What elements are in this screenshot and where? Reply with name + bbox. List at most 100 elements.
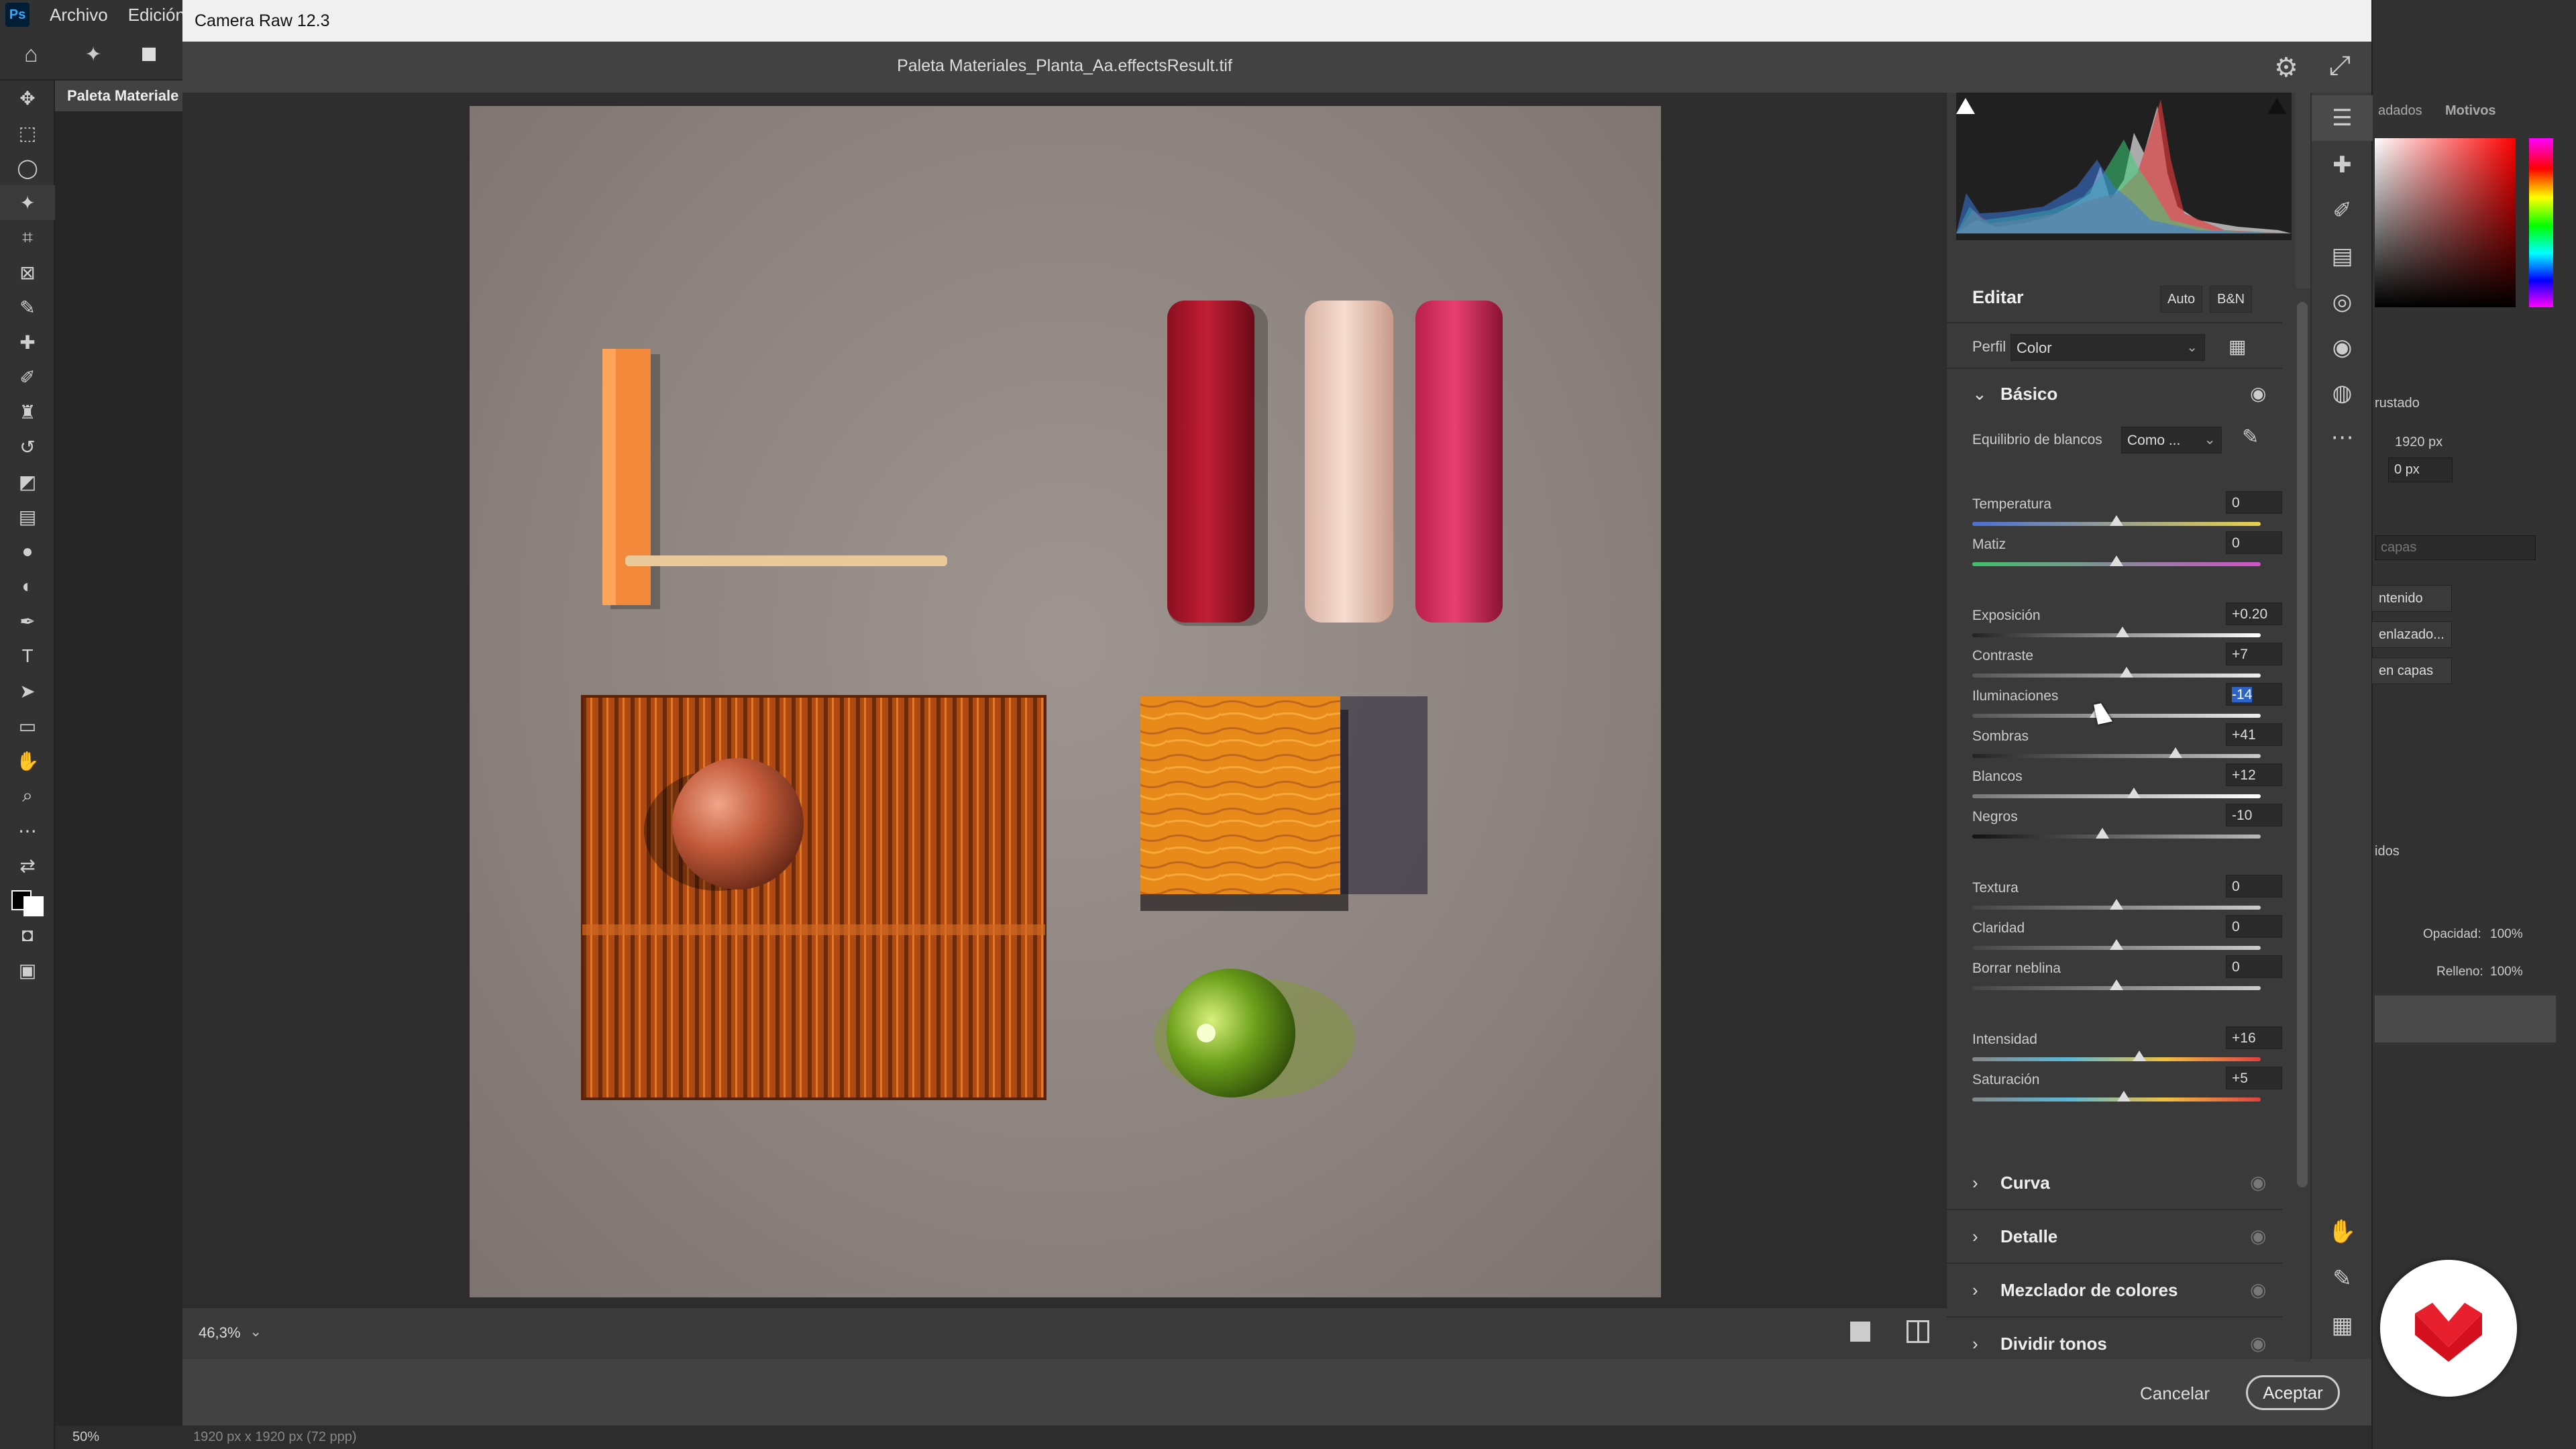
slider-4[interactable]: Iluminaciones -14 bbox=[1947, 683, 2282, 729]
accept-button[interactable]: Aceptar bbox=[2246, 1375, 2340, 1410]
slider-track[interactable] bbox=[1972, 794, 2261, 798]
slider-track[interactable] bbox=[1972, 835, 2261, 839]
slider-12[interactable]: Saturación +5 bbox=[1947, 1067, 2282, 1112]
radial-filter-icon[interactable]: ◎ bbox=[2312, 279, 2373, 325]
slider-value-input[interactable]: 0 bbox=[2226, 955, 2282, 978]
frame-tool-icon[interactable]: ⊠ bbox=[0, 255, 55, 290]
section-1[interactable]: › Detalle ◉ bbox=[1947, 1212, 2282, 1264]
pen-tool-icon[interactable]: ✒ bbox=[0, 604, 55, 639]
slider-value-input[interactable]: +12 bbox=[2226, 763, 2282, 786]
eye-icon[interactable]: ◉ bbox=[2250, 1171, 2266, 1193]
offset-input[interactable]: 0 px bbox=[2388, 458, 2453, 482]
slider-5[interactable]: Sombras +41 bbox=[1947, 723, 2282, 769]
hand-icon[interactable]: ✋ bbox=[2312, 1209, 2373, 1254]
layers-tab[interactable]: idos bbox=[2375, 844, 2400, 859]
slider-value-input[interactable]: 0 bbox=[2226, 915, 2282, 938]
slider-thumb[interactable] bbox=[2110, 899, 2123, 910]
slider-thumb[interactable] bbox=[2127, 788, 2141, 798]
slider-value-input[interactable]: 0 bbox=[2226, 531, 2282, 554]
slider-3[interactable]: Contraste +7 bbox=[1947, 643, 2282, 688]
brush-tool-icon[interactable]: ✐ bbox=[0, 360, 55, 394]
more-icon[interactable]: ⋯ bbox=[2312, 415, 2373, 460]
path-select-icon[interactable]: ➤ bbox=[0, 674, 55, 708]
panel-scrollbar[interactable] bbox=[2294, 288, 2310, 1362]
quick-mask-icon[interactable]: ◘ bbox=[0, 918, 55, 953]
slider-10[interactable]: Borrar neblina 0 bbox=[1947, 955, 2282, 1001]
adjustment-brush-icon[interactable]: ✐ bbox=[2312, 188, 2373, 233]
chevron-right-icon[interactable]: › bbox=[1972, 1334, 1978, 1354]
panel-button-2[interactable]: enlazado... bbox=[2371, 621, 2452, 648]
slider-value-input[interactable]: +7 bbox=[2226, 643, 2282, 665]
type-tool-icon[interactable]: T bbox=[0, 639, 55, 674]
chevron-right-icon[interactable]: › bbox=[1972, 1226, 1978, 1247]
document-tab[interactable]: Paleta Materiale bbox=[55, 80, 182, 111]
eye-icon[interactable]: ◉ bbox=[2250, 382, 2266, 405]
image-canvas[interactable] bbox=[182, 93, 1947, 1307]
slider-0[interactable]: Temperatura 0 bbox=[1947, 491, 2282, 537]
magic-wand-icon[interactable]: ✦ bbox=[85, 43, 102, 66]
magic-wand-tool-icon[interactable]: ✦ bbox=[0, 185, 55, 220]
preview-image[interactable] bbox=[470, 106, 1661, 1297]
slider-thumb[interactable] bbox=[2110, 979, 2123, 990]
bw-button[interactable]: B&N bbox=[2210, 286, 2253, 313]
section-3[interactable]: › Dividir tonos ◉ bbox=[1947, 1319, 2282, 1359]
zoom-level[interactable]: 46,3% bbox=[199, 1324, 240, 1342]
white-balance-select[interactable]: Como ... ⌄ bbox=[2121, 427, 2222, 453]
swap-colors-icon[interactable]: ⇄ bbox=[0, 848, 55, 883]
layer-row[interactable] bbox=[2375, 996, 2556, 1042]
slider-thumb[interactable] bbox=[2133, 1051, 2147, 1061]
eye-icon[interactable]: ◉ bbox=[2250, 1332, 2266, 1354]
slider-track[interactable] bbox=[1972, 754, 2261, 758]
eyedropper-tool-icon[interactable]: ✎ bbox=[0, 290, 55, 325]
opacity-value[interactable]: 100% bbox=[2490, 927, 2523, 942]
color-sampler-icon[interactable]: ✎ bbox=[2312, 1256, 2373, 1301]
slider-track[interactable] bbox=[1972, 674, 2261, 678]
presets-icon[interactable]: ◍ bbox=[2312, 370, 2373, 416]
slider-value-input[interactable]: +16 bbox=[2226, 1026, 2282, 1049]
slider-thumb[interactable] bbox=[2120, 667, 2134, 678]
slider-8[interactable]: Textura 0 bbox=[1947, 875, 2282, 920]
profile-select[interactable]: Color ⌄ bbox=[2010, 334, 2205, 361]
slider-value-input[interactable]: 0 bbox=[2226, 875, 2282, 898]
scrollbar-thumb[interactable] bbox=[2297, 302, 2308, 1187]
crop-tool-icon[interactable]: ⌗ bbox=[0, 220, 55, 255]
menu-archivo[interactable]: Archivo bbox=[50, 5, 108, 25]
move-tool-icon[interactable]: ✥ bbox=[0, 80, 55, 115]
slider-thumb[interactable] bbox=[2110, 555, 2123, 566]
gear-icon[interactable]: ⚙ bbox=[2274, 52, 2298, 83]
panel-tab-motivos[interactable]: Motivos bbox=[2445, 103, 2496, 119]
slider-track[interactable] bbox=[1972, 1057, 2261, 1061]
square-select-icon[interactable] bbox=[142, 48, 156, 61]
hue-slider[interactable] bbox=[2529, 138, 2553, 307]
layers-search[interactable]: capas bbox=[2375, 535, 2536, 560]
eyedropper-icon[interactable]: ✎ bbox=[2242, 425, 2259, 449]
panel-tab-adados[interactable]: adados bbox=[2378, 103, 2422, 119]
section-2[interactable]: › Mezclador de colores ◉ bbox=[1947, 1265, 2282, 1318]
healing-tool-icon[interactable]: ✚ bbox=[0, 325, 55, 360]
slider-1[interactable]: Matiz 0 bbox=[1947, 531, 2282, 577]
highlight-clipping-icon[interactable] bbox=[2267, 98, 2286, 114]
menu-edicion[interactable]: Edición bbox=[128, 5, 185, 25]
single-view-icon[interactable] bbox=[1850, 1322, 1870, 1342]
slider-value-input[interactable]: -14 bbox=[2226, 683, 2282, 706]
panel-button-1[interactable]: ntenido bbox=[2371, 585, 2452, 612]
chevron-right-icon[interactable]: › bbox=[1972, 1280, 1978, 1301]
profile-browser-icon[interactable]: ▦ bbox=[2229, 335, 2246, 358]
section-0[interactable]: › Curva ◉ bbox=[1947, 1158, 2282, 1210]
slider-thumb[interactable] bbox=[2095, 828, 2109, 839]
before-after-view-icon[interactable] bbox=[1907, 1320, 1929, 1343]
slider-value-input[interactable]: +41 bbox=[2226, 723, 2282, 746]
eye-icon[interactable]: ◉ bbox=[2250, 1279, 2266, 1301]
edit-sliders-icon[interactable]: ☰ bbox=[2312, 95, 2373, 141]
slider-value-input[interactable]: -10 bbox=[2226, 804, 2282, 826]
grid-icon[interactable]: ▦ bbox=[2312, 1303, 2373, 1348]
stamp-tool-icon[interactable]: ♜ bbox=[0, 394, 55, 429]
home-icon[interactable]: ⌂ bbox=[24, 42, 38, 68]
auto-button[interactable]: Auto bbox=[2160, 286, 2203, 313]
zoom-tool-icon[interactable]: ⌕ bbox=[0, 778, 55, 813]
slider-9[interactable]: Claridad 0 bbox=[1947, 915, 2282, 961]
slider-track[interactable] bbox=[1972, 714, 2261, 718]
eye-icon[interactable]: ◉ bbox=[2250, 1225, 2266, 1247]
more-tools-icon[interactable]: ⋯ bbox=[0, 813, 55, 848]
hand-tool-icon[interactable]: ✋ bbox=[0, 743, 55, 778]
